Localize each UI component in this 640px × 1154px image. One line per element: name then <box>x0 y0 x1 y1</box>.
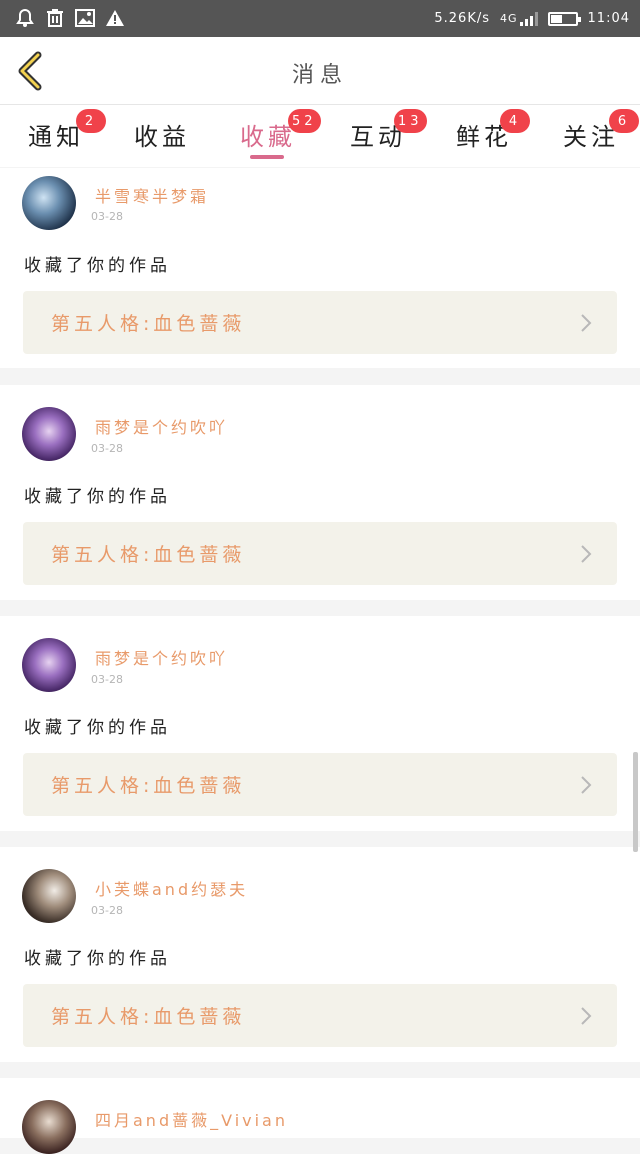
work-title: 第五人格:血色蔷薇 <box>51 313 246 335</box>
work-link[interactable]: 第五人格:血色蔷薇 <box>23 753 617 816</box>
username[interactable]: 四月and蔷薇_Vivian <box>95 1107 288 1131</box>
signal-icon <box>519 11 538 26</box>
network-type: 4G <box>500 12 518 25</box>
work-title: 第五人格:血色蔷薇 <box>51 1006 246 1028</box>
chevron-right-icon <box>581 545 592 563</box>
battery-icon <box>547 11 581 26</box>
action-text: 收藏了你的作品 <box>24 949 171 969</box>
alarm-icon <box>14 8 36 28</box>
favorite-notification-card: 雨梦是个约吹吖 03-28 收藏了你的作品 第五人格:血色蔷薇 <box>0 385 640 600</box>
page-title: 消息 <box>291 63 348 88</box>
avatar[interactable] <box>22 176 76 230</box>
favorite-notification-card: 小芙蝶and约瑟夫 03-28 收藏了你的作品 第五人格:血色蔷薇 <box>0 847 640 1062</box>
image-icon <box>74 8 96 28</box>
tab-badge: 6 <box>609 109 639 133</box>
work-title: 第五人格:血色蔷薇 <box>51 544 246 566</box>
avatar[interactable] <box>22 1100 76 1154</box>
timestamp: 03-28 <box>91 210 123 223</box>
work-link[interactable]: 第五人格:血色蔷薇 <box>23 291 617 354</box>
app-header: 消息 <box>0 37 640 105</box>
tab-flowers[interactable]: 鲜花 4 <box>456 109 530 152</box>
chevron-right-icon <box>581 776 592 794</box>
network-speed: 5.26K/s <box>434 11 490 26</box>
favorite-notification-card: 雨梦是个约吹吖 03-28 收藏了你的作品 第五人格:血色蔷薇 <box>0 616 640 831</box>
favorite-notification-card: 四月and蔷薇_Vivian <box>0 1078 640 1154</box>
favorite-notification-card: 半雪寒半梦霜 03-28 收藏了你的作品 第五人格:血色蔷薇 <box>0 168 640 368</box>
username[interactable]: 雨梦是个约吹吖 <box>95 645 228 669</box>
timestamp: 03-28 <box>91 904 123 917</box>
avatar[interactable] <box>22 869 76 923</box>
status-right: 5.26K/s 4G 11:04 <box>434 0 630 37</box>
action-text: 收藏了你的作品 <box>24 256 171 276</box>
tab-interactions[interactable]: 互动 13 <box>350 109 427 152</box>
timestamp: 03-28 <box>91 673 123 686</box>
tab-earnings[interactable]: 收益 <box>134 117 190 152</box>
username[interactable]: 雨梦是个约吹吖 <box>95 414 228 438</box>
chevron-right-icon <box>581 314 592 332</box>
chevron-right-icon <box>581 1007 592 1025</box>
avatar[interactable] <box>22 407 76 461</box>
tab-badge: 13 <box>394 109 427 133</box>
tab-notifications[interactable]: 通知 2 <box>28 109 106 152</box>
status-bar: 5.26K/s 4G 11:04 <box>0 0 640 37</box>
action-text: 收藏了你的作品 <box>24 487 171 507</box>
work-title: 第五人格:血色蔷薇 <box>51 775 246 797</box>
username[interactable]: 半雪寒半梦霜 <box>95 183 209 207</box>
tab-label: 收藏 <box>240 123 296 151</box>
clock: 11:04 <box>587 11 630 26</box>
tab-label: 通知 <box>28 123 84 151</box>
warning-icon <box>104 8 126 28</box>
tab-badge: 52 <box>288 109 321 133</box>
username[interactable]: 小芙蝶and约瑟夫 <box>95 876 248 900</box>
active-tab-indicator <box>250 155 284 159</box>
action-text: 收藏了你的作品 <box>24 718 171 738</box>
avatar[interactable] <box>22 638 76 692</box>
message-tabs: 通知 2 收益 收藏 52 互动 13 鲜花 4 关注 6 <box>0 105 640 167</box>
trash-icon <box>44 8 66 28</box>
tab-following[interactable]: 关注 6 <box>563 109 639 152</box>
work-link[interactable]: 第五人格:血色蔷薇 <box>23 984 617 1047</box>
tab-badge: 4 <box>500 109 530 133</box>
tab-badge: 2 <box>76 109 106 133</box>
tab-label: 收益 <box>134 123 190 151</box>
work-link[interactable]: 第五人格:血色蔷薇 <box>23 522 617 585</box>
scrollbar[interactable] <box>633 752 638 852</box>
status-left-icons <box>14 8 126 28</box>
timestamp: 03-28 <box>91 442 123 455</box>
tab-favorites[interactable]: 收藏 52 <box>240 109 321 152</box>
